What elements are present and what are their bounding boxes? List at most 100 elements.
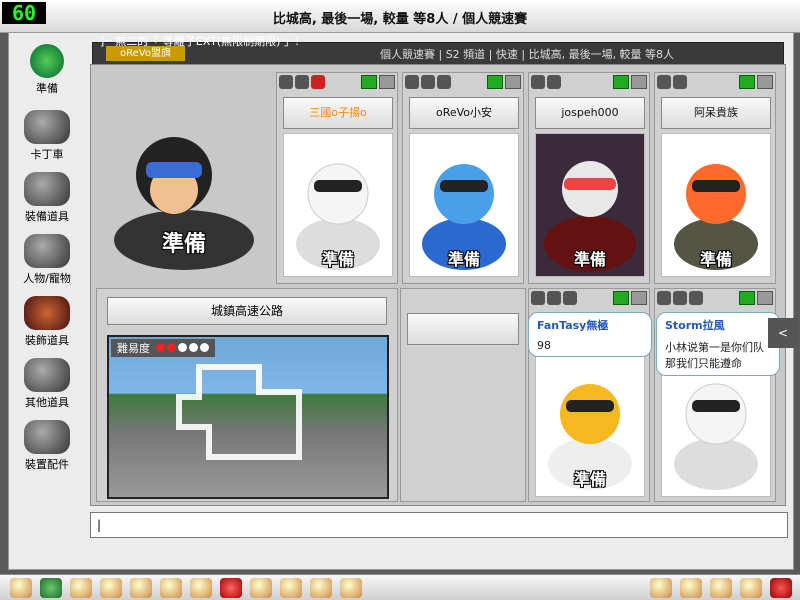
player-name: 阿呆貴族 <box>661 97 771 129</box>
player-slot[interactable]: 三國o子揚o 準備 <box>276 72 398 284</box>
character-icon <box>24 234 70 268</box>
badge-icon <box>295 75 309 89</box>
badge-icon <box>531 291 545 305</box>
box-icon[interactable] <box>160 577 182 598</box>
close-slot-button[interactable] <box>505 75 521 89</box>
player-slot[interactable]: 阿呆貴族 準備 <box>654 72 776 284</box>
badge-icon <box>657 75 671 89</box>
player-avatar: 準備 <box>661 133 771 277</box>
sidebar-item-character[interactable]: 人物/寵物 <box>10 234 84 286</box>
sidebar-item-items[interactable]: 其他道具 <box>10 358 84 410</box>
badge-icon <box>673 291 687 305</box>
sidebar-label: 裝備道具 <box>25 210 69 223</box>
track-panel[interactable]: 城鎮高速公路 難易度 <box>96 288 398 502</box>
self-avatar: 準備 <box>104 120 264 280</box>
sidebar-label: 其他道具 <box>25 396 69 409</box>
sidebar-item-kart[interactable]: 卡丁車 <box>10 110 84 162</box>
taskbar <box>0 574 800 600</box>
badge-icon <box>547 75 561 89</box>
sidebar-item-parts[interactable]: 裝置配件 <box>10 420 84 472</box>
badge-icon <box>279 75 293 89</box>
collapse-panel-button[interactable]: < <box>768 318 798 348</box>
sidebar-label: 裝置配件 <box>25 458 69 471</box>
items-icon <box>24 358 70 392</box>
player-name: oReVo小安 <box>409 97 519 129</box>
badge-icon <box>421 75 435 89</box>
character-menu-icon[interactable] <box>100 577 122 598</box>
badge-icon <box>405 75 419 89</box>
friends-icon[interactable] <box>680 577 702 598</box>
add-button[interactable] <box>739 291 755 305</box>
chat-cursor: | <box>97 518 102 532</box>
kart-icon <box>24 110 70 144</box>
close-slot-button[interactable] <box>379 75 395 89</box>
shop-cart-icon[interactable] <box>70 577 92 598</box>
globe-icon[interactable] <box>340 577 362 598</box>
room-details: 個人競速賽 | S2 頻道 | 快速 | 比城高, 最後一場, 較量 等8人 <box>380 48 675 61</box>
sidebar-label: 人物/寵物 <box>23 272 71 285</box>
power-icon[interactable] <box>770 577 792 598</box>
badge-icon <box>673 75 687 89</box>
slot-badges <box>277 73 397 97</box>
wrench-icon[interactable] <box>280 577 302 598</box>
level-icon <box>311 75 325 89</box>
ready-label: 準備 <box>447 250 480 269</box>
options-icon[interactable] <box>710 577 732 598</box>
badge-icon <box>531 75 545 89</box>
add-button[interactable] <box>739 75 755 89</box>
empty-nameplate <box>407 313 519 345</box>
close-slot-button[interactable] <box>631 75 647 89</box>
back-icon[interactable] <box>40 577 62 598</box>
player-name: jospeh000 <box>535 97 645 129</box>
search-icon[interactable] <box>740 577 762 598</box>
sidebar-label: 卡丁車 <box>30 148 64 161</box>
sidebar-item-decoration[interactable]: 裝飾道具 <box>10 296 84 348</box>
decoration-icon <box>24 296 70 330</box>
book-icon[interactable] <box>310 577 332 598</box>
chat-input[interactable]: | <box>90 512 788 538</box>
close-slot-button[interactable] <box>631 291 647 305</box>
notes-icon[interactable] <box>650 577 672 598</box>
gift-icon[interactable] <box>190 577 212 598</box>
sidebar-label: 裝飾道具 <box>25 334 69 347</box>
sidebar-item-equipment[interactable]: 裝備道具 <box>10 172 84 224</box>
player-slot[interactable]: oReVo小安 準備 <box>402 72 524 284</box>
sidebar-item-ready[interactable]: 準備 <box>10 44 84 96</box>
close-slot-button[interactable] <box>757 291 773 305</box>
player-slot[interactable]: jospeh000 準備 <box>528 72 650 284</box>
heart-icon[interactable] <box>220 577 242 598</box>
tool-icon[interactable] <box>250 577 272 598</box>
slot-badges <box>655 289 775 313</box>
add-button[interactable] <box>613 75 629 89</box>
player-avatar: 準備 <box>409 133 519 277</box>
add-button[interactable] <box>487 75 503 89</box>
empty-slot[interactable] <box>400 288 526 502</box>
equipment-icon <box>24 172 70 206</box>
chat-bubble: FanTasy無極 98 <box>528 312 652 357</box>
self-ready-label: 準備 <box>161 232 206 257</box>
add-button[interactable] <box>361 75 377 89</box>
ready-label: 準備 <box>321 250 354 269</box>
fps-counter: 60 <box>2 2 46 24</box>
slot-badges <box>529 289 649 313</box>
add-button[interactable] <box>613 291 629 305</box>
ready-label: 準備 <box>573 250 606 269</box>
track-name: 城鎮高速公路 <box>107 297 387 325</box>
player-avatar: 準備 <box>535 353 645 497</box>
chat-sender: FanTasy無極 <box>537 319 609 332</box>
close-slot-button[interactable] <box>757 75 773 89</box>
window-title: 比城高, 最後一場, 較量 等8人 / 個人競速賽 <box>272 12 528 27</box>
badge-icon <box>689 291 703 305</box>
player-avatar: 準備 <box>283 133 393 277</box>
player-avatar: 準備 <box>535 133 645 277</box>
settings-icon[interactable] <box>130 577 152 598</box>
badge-icon <box>563 291 577 305</box>
home-icon[interactable] <box>10 577 32 598</box>
room-name: oReVo盟旗 <box>106 46 185 61</box>
slot-badges <box>403 73 523 97</box>
ready-label: 準備 <box>573 470 606 489</box>
track-map-icon <box>176 364 302 460</box>
slot-badges <box>529 73 649 97</box>
ready-icon <box>30 44 64 78</box>
slot-badges <box>655 73 775 97</box>
